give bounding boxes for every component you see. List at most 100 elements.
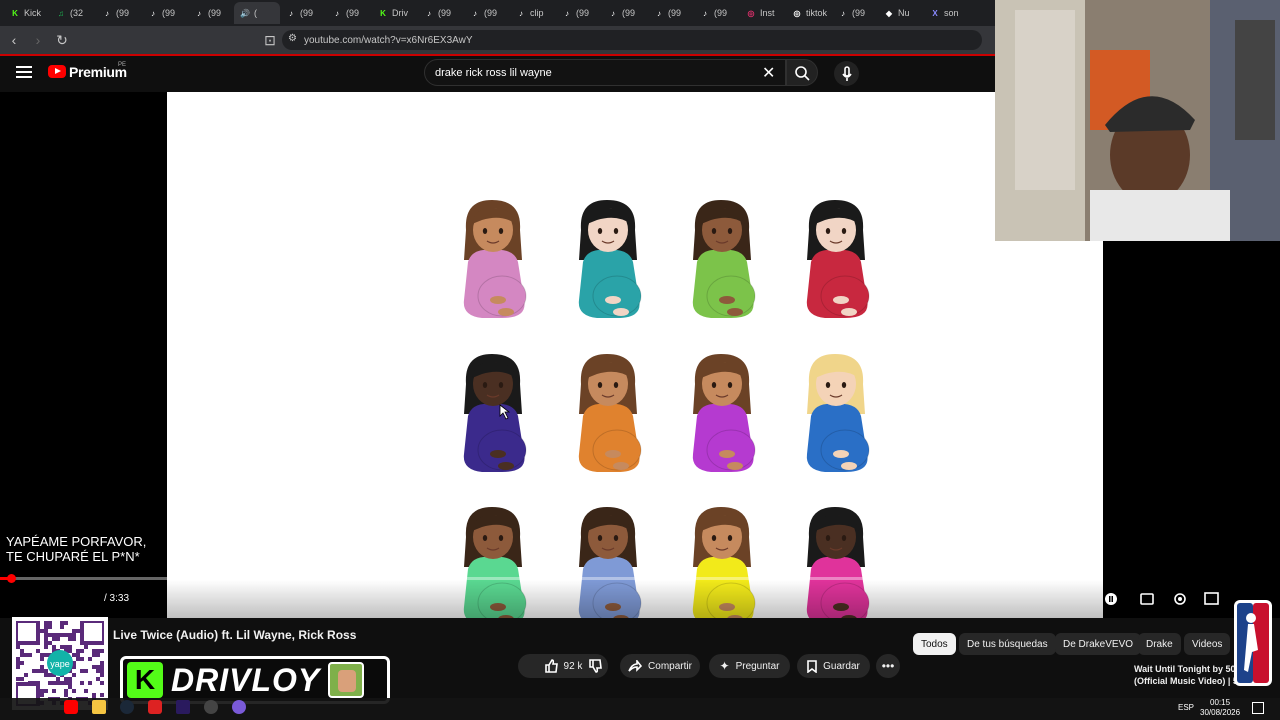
progress-bar[interactable] — [0, 577, 1103, 580]
clock[interactable]: 00:15 30/08/2026 — [1200, 698, 1240, 718]
tab-label: Inst — [760, 8, 775, 18]
browser-tab[interactable]: ♪ clip — [510, 2, 556, 24]
subtitles-icon[interactable] — [1140, 593, 1154, 605]
obs-app-icon[interactable] — [232, 700, 246, 714]
video-player[interactable] — [167, 92, 1103, 625]
donation-message: YAPÉAME PORFAVOR, TE CHUPARÉ EL P*N* — [6, 534, 146, 564]
tab-label: (32 — [70, 8, 84, 18]
rec-line-1: Wait Until Tonight by 50 — [1134, 664, 1236, 674]
youtube-logo-icon[interactable] — [48, 65, 66, 78]
video-title: Live Twice (Audio) ft. Lil Wayne, Rick R… — [113, 628, 357, 642]
browser-tab[interactable]: ♪ (99 — [602, 2, 648, 24]
chip-drake[interactable]: Drake — [1138, 633, 1181, 655]
browser-tab[interactable]: Xson — [924, 2, 970, 24]
yape-qr-code: yape — [12, 617, 108, 710]
scrubber-handle[interactable] — [7, 574, 16, 583]
lang-indicator[interactable]: ESP — [1178, 703, 1194, 712]
files-app-icon[interactable] — [92, 700, 106, 714]
steam-app-icon[interactable] — [120, 700, 134, 714]
tab-label: Kick — [24, 8, 42, 18]
browser-tab[interactable]: ♪ (99 — [280, 2, 326, 24]
tab-label: (99 — [162, 8, 176, 18]
browser-tab[interactable]: ◆ Nu — [878, 2, 924, 24]
browser-tab[interactable]: ♪ (99 — [142, 2, 188, 24]
autoplay-toggle-icon[interactable] — [1104, 592, 1118, 606]
pregnant-person-emoji — [806, 354, 870, 472]
dislike-button[interactable] — [582, 654, 608, 678]
bookmark-icon[interactable]: ⊡ — [260, 30, 280, 50]
recommended-video-title[interactable]: Wait Until Tonight by 50 (Official Music… — [1134, 663, 1244, 687]
region-code: PE — [118, 62, 127, 68]
browser-tab[interactable]: ♪ (99 — [188, 2, 234, 24]
clear-search-icon[interactable]: ✕ — [762, 63, 775, 83]
pregnant-person-emoji — [578, 200, 642, 318]
search-input[interactable]: drake rick ross lil wayne — [424, 59, 786, 86]
browser-tab[interactable]: K Driv — [372, 2, 418, 24]
nba-logo-icon — [1237, 603, 1269, 683]
browser-tab[interactable]: ♪ (99 — [694, 2, 740, 24]
tab-label: (99 — [576, 8, 590, 18]
menu-icon[interactable] — [16, 66, 32, 78]
browser-tab[interactable]: ◎ Inst — [740, 2, 786, 24]
search-button[interactable] — [786, 59, 818, 86]
banner-name: DRIVLOY — [171, 661, 321, 698]
back-button[interactable]: ‹ — [4, 30, 24, 50]
tab-favicon-icon: ♪ — [335, 8, 339, 18]
chip-de-drakevevo[interactable]: De DrakeVEVO — [1055, 633, 1142, 655]
ask-button[interactable]: ✦ Preguntar — [709, 654, 790, 678]
voice-search-button[interactable] — [834, 61, 859, 86]
browser-tab[interactable]: ♪ (99 — [96, 2, 142, 24]
browser-tab[interactable]: ♪ (99 — [556, 2, 602, 24]
browser-tab[interactable]: ♪ (99 — [326, 2, 372, 24]
windows-taskbar: ESP 00:15 30/08/2026 — [0, 698, 1280, 720]
ask-label: Preguntar — [735, 660, 780, 672]
settings-icon[interactable] — [1172, 591, 1188, 607]
chrome-app-icon[interactable] — [204, 700, 218, 714]
browser-tab[interactable]: ♪ (99 — [648, 2, 694, 24]
like-count: 92 k — [563, 660, 583, 672]
browser-tab[interactable]: 🔊( — [234, 2, 280, 24]
browser-tab[interactable]: ♫ (32 — [50, 2, 96, 24]
site-info-icon[interactable]: ⚙ — [288, 33, 297, 44]
tab-label: (99 — [668, 8, 682, 18]
chip-todos[interactable]: Todos — [913, 633, 956, 655]
pregnant-person-emoji — [463, 354, 527, 472]
tab-label: (99 — [208, 8, 222, 18]
share-label: Compartir — [648, 660, 692, 672]
tab-label: Nu — [898, 8, 910, 18]
browser-tab[interactable]: ◎ tiktok — [786, 2, 832, 24]
tab-label: (99 — [116, 8, 130, 18]
browser-tab[interactable]: K Kick — [4, 2, 50, 24]
youtube-app-icon[interactable] — [64, 700, 78, 714]
save-button[interactable]: Guardar — [797, 654, 870, 678]
tab-label: tiktok — [806, 8, 828, 18]
forward-button[interactable]: › — [28, 30, 48, 50]
bookmark-save-icon — [807, 659, 817, 673]
chip-videos[interactable]: Videos — [1184, 633, 1231, 655]
browser-tab[interactable]: ♪ (99 — [418, 2, 464, 24]
browser-tab[interactable]: ♪ (99 — [464, 2, 510, 24]
avatar — [328, 662, 365, 698]
premiere-app-icon[interactable] — [176, 700, 190, 714]
tab-label: ( — [254, 8, 257, 18]
clock-time: 00:15 — [1210, 698, 1231, 707]
tab-favicon-icon: K — [380, 8, 386, 18]
share-button[interactable]: Compartir — [620, 654, 700, 678]
reload-button[interactable]: ↻ — [52, 30, 72, 50]
notification-icon[interactable] — [1252, 702, 1264, 714]
search-icon — [795, 65, 810, 81]
address-bar[interactable]: ⚙ youtube.com/watch?v=x6Nr6EX3AwY — [282, 30, 982, 50]
search-query: drake rick ross lil wayne — [435, 66, 552, 79]
miniplayer-icon[interactable] — [1204, 592, 1219, 605]
tab-favicon-icon: X — [932, 8, 938, 18]
nba-logo-overlay — [1234, 600, 1272, 686]
tab-favicon-icon: ♪ — [519, 8, 523, 18]
tab-label: (99 — [622, 8, 636, 18]
more-actions-button[interactable]: ••• — [876, 654, 900, 678]
browser-tab[interactable]: ♪ (99 — [832, 2, 878, 24]
tab-favicon-icon: ◎ — [747, 8, 755, 18]
chip-de-tus-busquedas[interactable]: De tus búsquedas — [959, 633, 1056, 655]
record-app-icon[interactable] — [148, 700, 162, 714]
tab-label: (99 — [438, 8, 452, 18]
tab-label: (99 — [852, 8, 866, 18]
